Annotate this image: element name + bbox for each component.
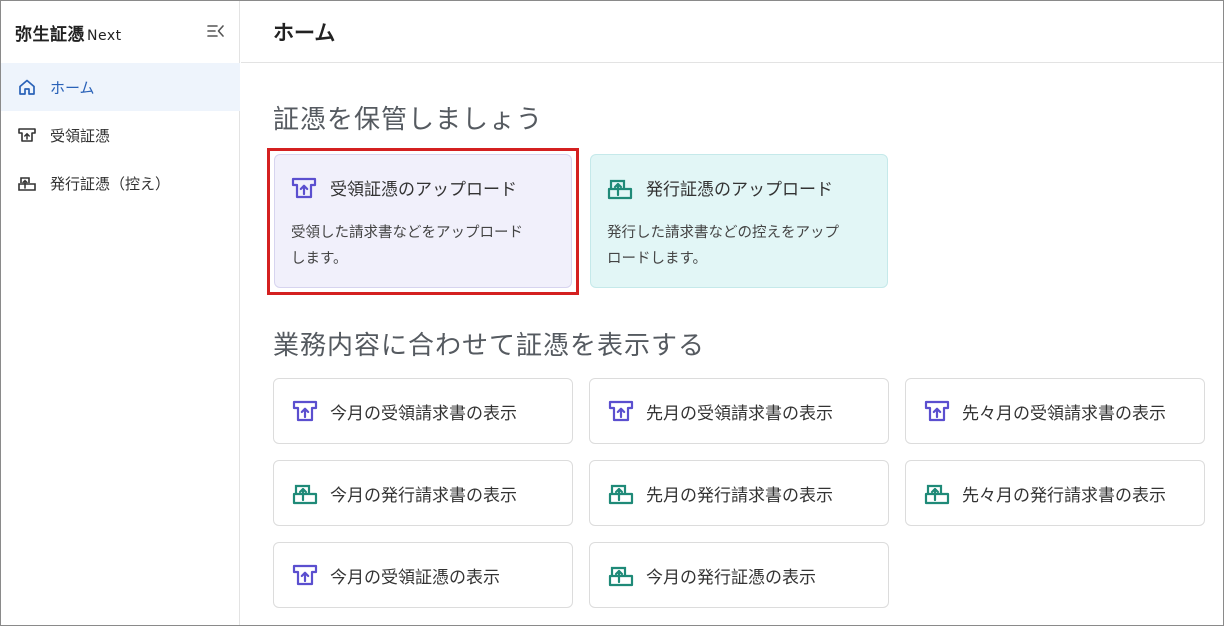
brand-sub: Next (87, 28, 122, 44)
sidebar-item-home[interactable]: ホーム (1, 63, 240, 111)
button-label: 先々月の発行請求書の表示 (962, 485, 1166, 506)
sidebar-item-label: 受領証憑 (50, 126, 111, 145)
issued-voucher-icon (17, 173, 37, 193)
issued-icon (924, 481, 950, 505)
received-icon (292, 399, 318, 423)
view-last-month-issued-invoices-button[interactable]: 先月の発行請求書の表示 (589, 460, 889, 526)
home-icon (17, 77, 37, 97)
upload-issued-icon (607, 176, 633, 200)
button-label: 今月の発行証憑の表示 (646, 567, 816, 588)
button-label: 今月の発行請求書の表示 (330, 485, 517, 506)
upload-received-card[interactable]: 受領証憑のアップロード 受領した請求書などをアップロード します。 (274, 154, 572, 288)
page-header: ホーム (241, 1, 1223, 63)
button-label: 先々月の受領請求書の表示 (962, 403, 1166, 424)
sidebar-item-label: ホーム (50, 78, 95, 97)
view-this-month-issued-invoices-button[interactable]: 今月の発行請求書の表示 (273, 460, 573, 526)
card-desc-line: 受領した請求書などをアップロード (291, 225, 523, 241)
card-description: 受領した請求書などをアップロード します。 (291, 220, 555, 272)
card-description: 発行した請求書などの控えをアップ ロードします。 (607, 220, 871, 272)
card-desc-line: します。 (291, 251, 348, 267)
view-last-month-received-invoices-button[interactable]: 先月の受領請求書の表示 (589, 378, 889, 444)
button-label: 先月の発行請求書の表示 (646, 485, 833, 506)
received-icon (292, 563, 318, 587)
app-brand: 弥生証憑 Next (15, 20, 122, 45)
view-this-month-received-invoices-button[interactable]: 今月の受領請求書の表示 (273, 378, 573, 444)
collapse-sidebar-button[interactable] (206, 21, 226, 41)
issued-icon (292, 481, 318, 505)
sidebar: 弥生証憑 Next ホーム 受領証憑 発行証憑（控え） (1, 1, 240, 625)
upload-issued-card[interactable]: 発行証憑のアップロード 発行した請求書などの控えをアップ ロードします。 (590, 154, 888, 288)
button-label: 今月の受領請求書の表示 (330, 403, 517, 424)
card-desc-line: 発行した請求書などの控えをアップ (607, 225, 839, 241)
sidebar-item-received[interactable]: 受領証憑 (1, 111, 240, 159)
card-title: 発行証憑のアップロード (646, 180, 833, 200)
brand-name: 弥生証憑 (15, 25, 85, 45)
sidebar-item-label: 発行証憑（控え） (50, 174, 171, 193)
button-label: 先月の受領請求書の表示 (646, 403, 833, 424)
section-title-upload: 証憑を保管しましょう (273, 105, 544, 135)
upload-received-icon (291, 176, 317, 200)
view-this-month-received-vouchers-button[interactable]: 今月の受領証憑の表示 (273, 542, 573, 608)
section-title-view: 業務内容に合わせて証憑を表示する (273, 331, 706, 361)
view-two-months-ago-issued-invoices-button[interactable]: 先々月の発行請求書の表示 (905, 460, 1205, 526)
issued-icon (608, 563, 634, 587)
sidebar-item-issued[interactable]: 発行証憑（控え） (1, 159, 240, 207)
received-icon (608, 399, 634, 423)
button-label: 今月の受領証憑の表示 (330, 567, 500, 588)
card-desc-line: ロードします。 (607, 251, 708, 267)
card-title: 受領証憑のアップロード (330, 180, 517, 200)
collapse-sidebar-icon (207, 25, 224, 37)
received-voucher-icon (17, 125, 37, 145)
sidebar-nav: ホーム 受領証憑 発行証憑（控え） (1, 63, 240, 207)
page-title: ホーム (273, 21, 336, 45)
issued-icon (608, 481, 634, 505)
received-icon (924, 399, 950, 423)
view-this-month-issued-vouchers-button[interactable]: 今月の発行証憑の表示 (589, 542, 889, 608)
view-two-months-ago-received-invoices-button[interactable]: 先々月の受領請求書の表示 (905, 378, 1205, 444)
